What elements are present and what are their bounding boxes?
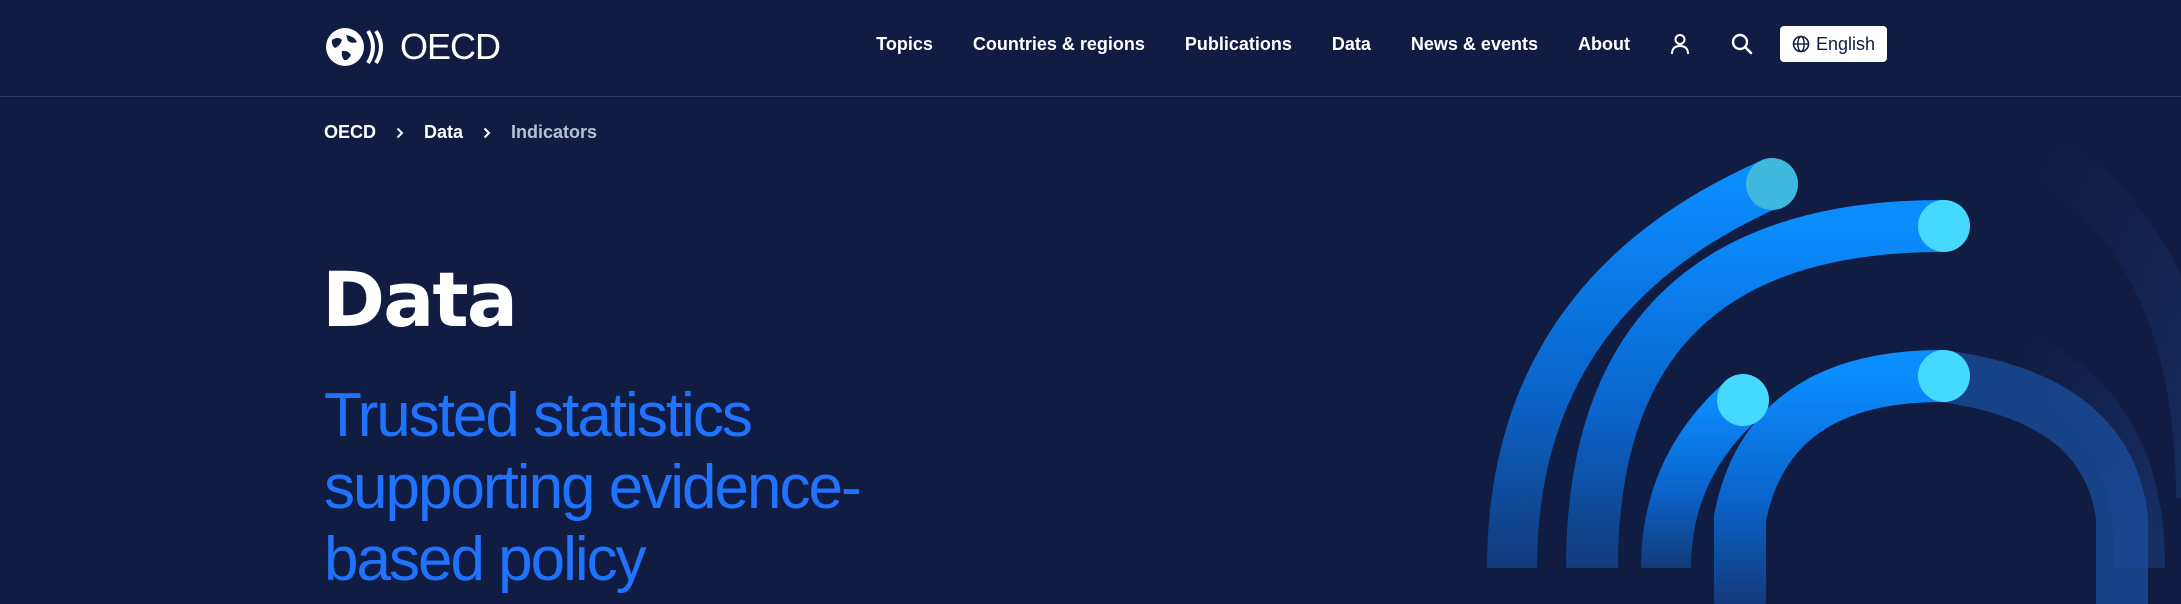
page-title: Data: [322, 255, 518, 344]
language-label: English: [1815, 33, 1875, 54]
breadcrumb-oecd[interactable]: OECD: [324, 122, 376, 143]
nav-countries-regions[interactable]: Countries & regions: [973, 34, 1145, 55]
arc-inner: [1714, 350, 1943, 604]
nav-topics[interactable]: Topics: [876, 34, 933, 55]
decorative-arcs-graphic: [1440, 98, 2181, 604]
language-selector-button[interactable]: English: [1779, 26, 1887, 62]
nav-publications[interactable]: Publications: [1185, 34, 1292, 55]
page-subtitle: Trusted statistics supporting evidence-b…: [324, 381, 862, 594]
chevron-right-icon: [483, 127, 491, 139]
search-icon[interactable]: [1730, 32, 1754, 56]
dot-1: [1746, 158, 1798, 210]
dot-4: [1918, 350, 1970, 402]
dot-3: [1717, 374, 1769, 426]
dot-2: [1918, 200, 1970, 252]
logo-wordmark: OECD: [400, 26, 501, 67]
user-icon[interactable]: [1668, 32, 1692, 56]
oecd-logo[interactable]: OECD: [324, 26, 501, 68]
chevron-right-icon: [396, 127, 404, 139]
nav-news-events[interactable]: News & events: [1411, 34, 1538, 55]
top-navigation-bar: OECD Topics Countries & regions Publicat…: [0, 0, 2181, 97]
oecd-globe-icon: [326, 28, 383, 66]
breadcrumb-data[interactable]: Data: [424, 122, 463, 143]
main-nav: Topics Countries & regions Publications …: [876, 24, 1887, 64]
nav-data[interactable]: Data: [1332, 34, 1371, 55]
nav-about[interactable]: About: [1578, 34, 1630, 55]
breadcrumb-indicators: Indicators: [511, 122, 598, 142]
breadcrumb: OECD Data Indicators: [324, 122, 597, 143]
globe-icon: [1792, 35, 1810, 53]
